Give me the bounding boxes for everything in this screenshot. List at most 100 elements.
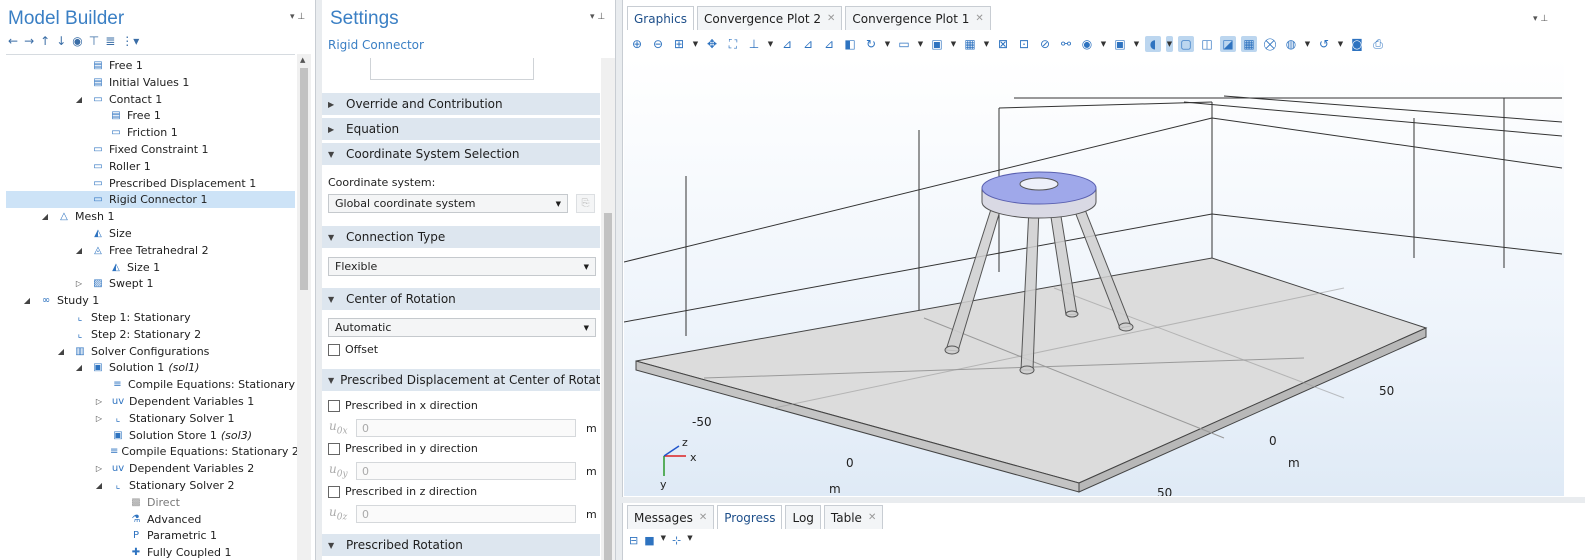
- color-icon[interactable]: ◍: [1283, 36, 1299, 52]
- tree-scrollbar[interactable]: ▲: [297, 54, 311, 560]
- tree-item[interactable]: ▩ Direct: [6, 494, 295, 511]
- tab[interactable]: Messages ✕: [627, 505, 715, 529]
- zoom-extents-icon[interactable]: ⛶: [725, 36, 741, 52]
- checkbox-box[interactable]: [328, 343, 340, 356]
- close-icon[interactable]: ✕: [975, 13, 983, 24]
- graphics-menu-icon[interactable]: ▾ ⊥: [1533, 14, 1548, 24]
- scroll-up-icon[interactable]: ▲: [300, 56, 305, 64]
- section-equation[interactable]: ▶ Equation: [322, 118, 600, 140]
- dropdown-icon[interactable]: ▼: [950, 36, 957, 52]
- tab[interactable]: Log: [785, 505, 821, 529]
- section-center-of-rotation[interactable]: ▼ Center of Rotation: [322, 288, 600, 310]
- dropdown-icon[interactable]: ▼: [1337, 36, 1344, 52]
- tree-item[interactable]: ▷ uv Dependent Variables 2: [6, 460, 295, 477]
- tree-item[interactable]: ▭ Friction 1: [6, 124, 295, 141]
- zoom-in-icon[interactable]: ⊕: [629, 36, 645, 52]
- scene-light-icon[interactable]: ◪: [1220, 36, 1236, 52]
- tree-item[interactable]: ◢ ▥ Solver Configurations: [6, 343, 295, 360]
- show-icon[interactable]: ◉: [72, 34, 82, 48]
- zoom-selected-icon[interactable]: ✥: [704, 36, 720, 52]
- expanded-arrow-icon[interactable]: ◢: [74, 363, 84, 372]
- section-coordinate-system[interactable]: ▼ Coordinate System Selection: [322, 143, 600, 165]
- tree-scrollbar-thumb[interactable]: [300, 68, 308, 290]
- collapse-all-icon[interactable]: ≣: [105, 34, 115, 48]
- tree-item[interactable]: ⚗ Advanced: [6, 511, 295, 528]
- grid-icon[interactable]: ▦: [1241, 36, 1257, 52]
- offset-checkbox[interactable]: Offset: [328, 343, 378, 356]
- prescribed-x-checkbox[interactable]: Prescribed in x direction: [328, 399, 478, 412]
- stop-icon[interactable]: ■: [644, 534, 654, 547]
- tab[interactable]: Convergence Plot 1 ✕: [845, 6, 991, 30]
- forward-icon[interactable]: →: [24, 34, 34, 48]
- prescribed-z-checkbox[interactable]: Prescribed in z direction: [328, 485, 477, 498]
- expanded-arrow-icon[interactable]: ◢: [74, 246, 84, 255]
- select-mode-icon[interactable]: ▭: [896, 36, 912, 52]
- tree-item[interactable]: ▣ Solution Store 1 (sol3): [6, 427, 295, 444]
- dropdown-icon[interactable]: ▼: [1133, 36, 1140, 52]
- dropdown-icon[interactable]: ▼: [692, 36, 699, 52]
- expand-all-icon[interactable]: ⊤: [89, 34, 99, 48]
- tree-item[interactable]: ▤ Initial Values 1: [6, 74, 295, 91]
- zoom-box-icon[interactable]: ⊞: [671, 36, 687, 52]
- dropdown-icon[interactable]: ▼: [687, 534, 692, 547]
- tree-item[interactable]: ▷ ⌞ Stationary Solver 1: [6, 410, 295, 427]
- expanded-arrow-icon[interactable]: ◢: [74, 95, 84, 104]
- connection-type-select[interactable]: Flexible ▼: [328, 257, 596, 276]
- refresh-icon[interactable]: ↺: [1316, 36, 1332, 52]
- collapsed-arrow-icon[interactable]: ▷: [94, 414, 104, 423]
- settings-menu-icon[interactable]: ▾ ⊥: [590, 12, 605, 22]
- more-options-icon[interactable]: ⋮▾: [121, 34, 139, 48]
- tree-item[interactable]: ≡ Compile Equations: Stationary: [6, 376, 295, 393]
- tree-item[interactable]: ▭ Fixed Constraint 1: [6, 141, 295, 158]
- select-box-icon[interactable]: ▣: [929, 36, 945, 52]
- dropdown-icon[interactable]: ▼: [917, 36, 924, 52]
- dropdown-icon[interactable]: ▼: [1166, 36, 1173, 52]
- select-all-icon[interactable]: ▦: [962, 36, 978, 52]
- tree-item[interactable]: ◭ Size 1: [6, 259, 295, 276]
- clear-selection-icon[interactable]: ⊡: [1016, 36, 1032, 52]
- tree-item[interactable]: ▤ Free 1: [6, 107, 295, 124]
- prescribed-y-checkbox[interactable]: Prescribed in y direction: [328, 442, 478, 455]
- up-icon[interactable]: ↑: [40, 34, 50, 48]
- tree-item[interactable]: ▭ Prescribed Displacement 1: [6, 175, 295, 192]
- show-objects-icon[interactable]: ⚯: [1058, 36, 1074, 52]
- tab[interactable]: Progress: [717, 505, 783, 529]
- tree-item[interactable]: ▷ ▨ Swept 1: [6, 275, 295, 292]
- expanded-arrow-icon[interactable]: ◢: [94, 481, 104, 490]
- collapsed-arrow-icon[interactable]: ▷: [94, 464, 104, 473]
- tree-item[interactable]: ◢ ⌞ Stationary Solver 2: [6, 477, 295, 494]
- checkbox-box[interactable]: [328, 485, 340, 498]
- tree-item[interactable]: ▤ Free 1: [6, 57, 295, 74]
- section-prescribed-rotation[interactable]: ▼ Prescribed Rotation: [322, 534, 600, 556]
- rigid-connector-ring[interactable]: [981, 171, 1097, 219]
- dropdown-icon[interactable]: ▼: [884, 36, 891, 52]
- tree-item[interactable]: ◢ △ Mesh 1: [6, 208, 295, 225]
- back-icon[interactable]: ←: [8, 34, 18, 48]
- reset-view-icon[interactable]: ⛒: [1262, 36, 1278, 52]
- tree-item[interactable]: P Parametric 1: [6, 527, 295, 544]
- close-icon[interactable]: ✕: [699, 512, 707, 523]
- section-connection-type[interactable]: ▼ Connection Type: [322, 226, 600, 248]
- down-icon[interactable]: ↓: [56, 34, 66, 48]
- center-of-rotation-select[interactable]: Automatic ▼: [328, 318, 596, 337]
- rotate-icon[interactable]: ↻: [863, 36, 879, 52]
- settings-scrollbar-thumb[interactable]: [604, 213, 612, 560]
- collapsed-arrow-icon[interactable]: ▷: [94, 397, 104, 406]
- tree-item[interactable]: ◭ Size: [6, 225, 295, 242]
- tree-item[interactable]: ≡ Compile Equations: Stationary 2: [6, 443, 299, 460]
- tree-item[interactable]: ◢ ◬ Free Tetrahedral 2: [6, 242, 295, 259]
- tree-item[interactable]: ✚ Fully Coupled 1: [6, 544, 295, 560]
- axis-view-icon[interactable]: ⊥: [746, 36, 762, 52]
- checkbox-box[interactable]: [328, 399, 340, 412]
- render-icon[interactable]: ◫: [1199, 36, 1215, 52]
- view-zx-icon[interactable]: ⊿: [821, 36, 837, 52]
- close-icon[interactable]: ✕: [827, 13, 835, 24]
- transparency-icon[interactable]: ▣: [1112, 36, 1128, 52]
- u0x-input[interactable]: 0: [356, 419, 576, 437]
- tab[interactable]: Graphics: [627, 6, 694, 30]
- tree-item[interactable]: ◢ ▭ Contact 1: [6, 91, 295, 108]
- tree-item[interactable]: ⌞ Step 2: Stationary 2: [6, 326, 295, 343]
- perspective-icon[interactable]: ◧: [842, 36, 858, 52]
- view-xy-icon[interactable]: ⊿: [779, 36, 795, 52]
- tree-item[interactable]: ⌞ Step 1: Stationary: [6, 309, 295, 326]
